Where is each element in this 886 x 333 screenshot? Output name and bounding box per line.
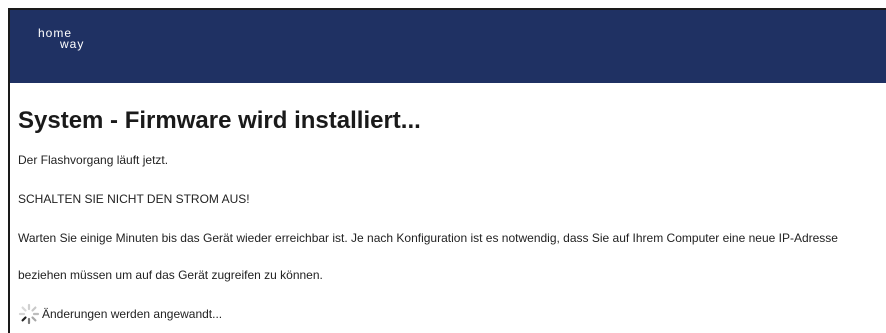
progress-indicator: Änderungen werden angewandt... — [18, 299, 222, 329]
logo-text-way: way — [59, 37, 84, 51]
instructions-line-1: Warten Sie einige Minuten bis das Gerät … — [18, 231, 838, 245]
power-warning-text: SCHALTEN SIE NICHT DEN STROM AUS! — [18, 192, 250, 206]
main-content: System - Firmware wird installiert... — [18, 107, 886, 135]
flash-status-text: Der Flashvorgang läuft jetzt. — [18, 153, 169, 167]
homeway-logo: home way — [38, 26, 84, 51]
page-title: System - Firmware wird installiert... — [18, 107, 421, 134]
header-bar: home way — [10, 10, 886, 83]
instructions-line-2: beziehen müssen um auf das Gerät zugreif… — [18, 268, 323, 282]
progress-status-text: Änderungen werden angewandt... — [42, 307, 223, 321]
page-frame: home way System - Firmware wird installi… — [8, 8, 886, 333]
spinner-icon — [18, 303, 40, 325]
